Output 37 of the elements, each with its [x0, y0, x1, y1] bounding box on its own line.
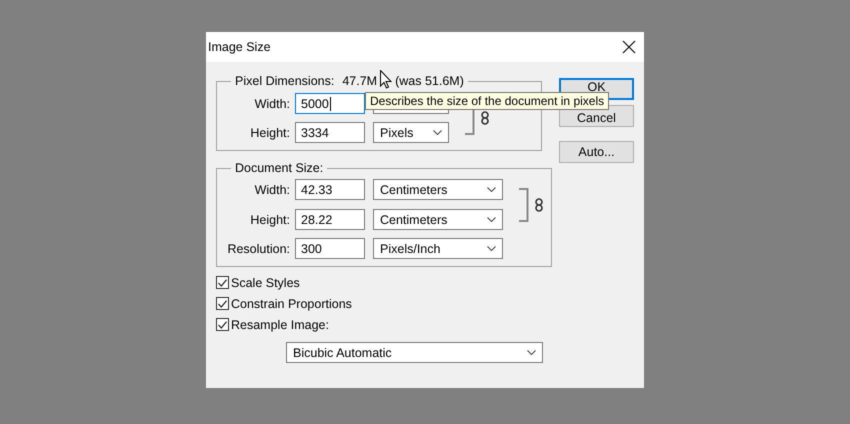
field-label: Height:	[249, 126, 290, 140]
checkbox[interactable]	[216, 297, 229, 310]
checkbox-label: Constrain Proportions	[231, 296, 352, 310]
input-field[interactable]: 5000	[295, 93, 365, 114]
input-field[interactable]: 3334	[295, 122, 365, 143]
field-label: Resolution:	[226, 242, 290, 256]
chevron-down-icon	[527, 350, 536, 355]
input-field[interactable]: 300	[295, 238, 365, 259]
unit-dropdown[interactable]: Centimeters	[373, 179, 503, 200]
previous-size-value: (was 51.6M)	[395, 74, 464, 88]
field-label: Width:	[254, 182, 290, 196]
field-label: Width:	[254, 96, 290, 110]
mouse-pointer-icon	[380, 70, 392, 89]
group-label: Document Size:	[235, 161, 324, 175]
dialog-button[interactable]: Auto...	[559, 141, 634, 163]
chain-link-icon[interactable]	[481, 111, 489, 125]
chevron-down-icon	[487, 187, 496, 192]
tooltip: Describes the size of the document in pixels	[365, 92, 610, 110]
unit-dropdown[interactable]: Pixels	[373, 122, 449, 143]
chevron-down-icon	[433, 130, 442, 135]
input-field[interactable]: 42.33	[295, 179, 365, 200]
checkbox-label: Resample Image:	[231, 318, 329, 332]
resample-dropdown[interactable]: Bicubic Automatic	[286, 342, 543, 363]
unit-dropdown[interactable]: Centimeters	[373, 209, 503, 230]
checkbox[interactable]	[216, 276, 229, 289]
pixel-size-value: 47.7M	[342, 74, 378, 88]
input-field[interactable]: 28.22	[295, 209, 365, 230]
chevron-down-icon	[487, 217, 496, 222]
chevron-down-icon	[487, 246, 496, 251]
close-icon[interactable]	[622, 40, 636, 54]
checkbox-label: Scale Styles	[231, 276, 300, 290]
chain-link-icon[interactable]	[535, 198, 543, 212]
window-title: Image Size	[208, 40, 271, 54]
unit-dropdown[interactable]: Pixels/Inch	[373, 238, 503, 259]
checkbox[interactable]	[216, 318, 229, 331]
field-label: Height:	[249, 212, 290, 226]
group-label: Pixel Dimensions:	[235, 74, 334, 89]
